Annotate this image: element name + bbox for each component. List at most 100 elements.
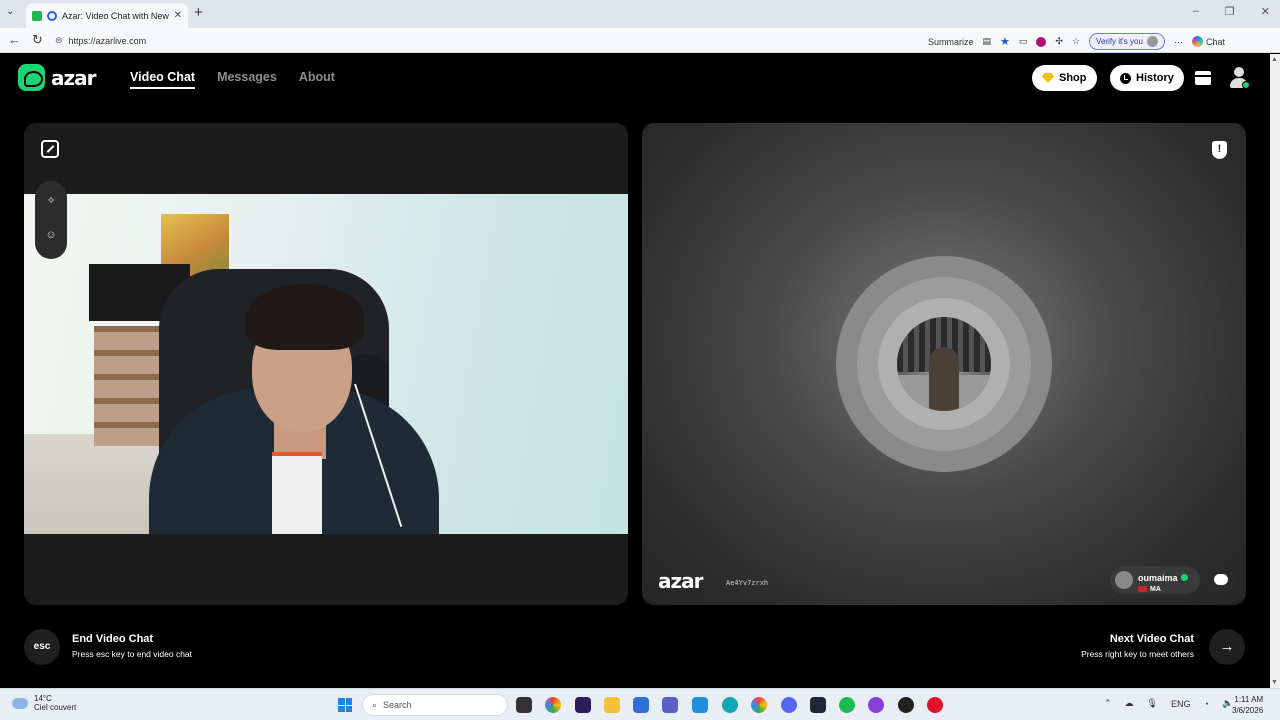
store-icon[interactable] [633,697,649,713]
main-nav: Video Chat Messages About [130,70,335,89]
premiere-icon[interactable] [575,697,591,713]
local-video-panel: ✧ ☺ [24,123,628,605]
outlook-icon[interactable] [692,697,708,713]
site-info-icon[interactable]: ⊜ [55,35,63,46]
more-menu-icon[interactable]: ··· [1174,37,1183,47]
taskbar-clock[interactable]: 1:11 AM 3/6/2026 [1232,694,1263,716]
copilot-label: Chat [1205,36,1225,47]
online-status-dot [1242,81,1250,89]
page-scrollbar[interactable]: ▲ ▼ [1270,54,1280,688]
nav-video-chat[interactable]: Video Chat [130,70,196,89]
verify-profile-button[interactable]: Verify it's you [1089,33,1165,50]
face-filter-icon[interactable]: ☺ [45,229,57,241]
extensions-puzzle-icon[interactable]: ✣ [1055,36,1063,47]
shop-button[interactable]: Shop [1032,65,1097,91]
remote-user-chip[interactable]: oumaima MA [1110,566,1200,594]
task-view-icon[interactable] [516,697,532,713]
capcut-icon[interactable] [898,697,914,713]
browser-tab-bar: ⌄ Azar: Video Chat with New Pe ✕ + – ❐ ✕ [0,0,1280,28]
favorites-icon[interactable]: ☆ [1072,36,1080,47]
chrome-icon[interactable] [545,697,561,713]
temperature: 14°C [34,694,52,703]
browser-toolbar: Summarize ▤ ★ ▭ ✣ ☆ Verify it's you ··· … [928,33,1225,50]
onedrive-icon[interactable]: ☁ [1125,698,1134,709]
scroll-up-icon[interactable]: ▲ [1271,56,1278,63]
address-bar-row: ← ↻ ⊜ https://azarlive.com Summarize ▤ ★… [0,28,1280,53]
country-flag-icon [1138,586,1147,592]
magic-wand-icon[interactable]: ✧ [45,195,57,207]
new-tab-icon[interactable]: + [194,5,203,20]
history-label: History [1136,72,1174,84]
copilot-icon [1191,36,1203,47]
url-text: https://azarlive.com [68,35,147,46]
steam-icon[interactable] [810,697,826,713]
history-clock-icon [1120,72,1131,84]
remote-user-name-row: oumaima [1138,573,1188,583]
azar-app: azar Video Chat Messages About Shop Hist… [0,54,1280,688]
inbox-box-icon[interactable] [1195,71,1211,85]
remote-user-info: oumaima MA [1138,568,1188,593]
history-button[interactable]: History [1110,65,1184,91]
expand-icon[interactable] [41,140,59,158]
browser-tab[interactable]: Azar: Video Chat with New Pe ✕ [26,3,188,28]
nav-messages[interactable]: Messages [217,70,277,89]
copilot-chat-button[interactable]: Chat [1191,36,1225,47]
reader-view-icon[interactable]: ▤ [983,36,992,47]
esc-key-button[interactable]: esc [24,629,60,665]
report-shield-icon[interactable]: ! [1212,141,1227,159]
weather-condition: Ciel couvert [34,703,77,712]
azar-logo[interactable]: azar [18,64,96,91]
minimize-icon[interactable]: – [1193,5,1199,18]
file-explorer-icon[interactable] [604,697,620,713]
taskbar-search[interactable]: ⌕ Search [362,694,508,716]
verified-badge-icon [1180,573,1188,581]
extension-icon[interactable] [1036,36,1047,47]
next-chat-title[interactable]: Next Video Chat [1081,633,1194,645]
windows-taskbar: 14°C Ciel couvert ⌕ Search ⌃ ☁ 🎙 ENG ◔ 🔈… [0,688,1280,720]
next-chat-hint: Press right key to meet others [1081,649,1194,659]
azar-logo-icon [18,64,45,91]
tray-overflow-chevron-icon[interactable]: ⌃ [1104,698,1112,709]
message-bubble-icon[interactable] [1207,566,1235,594]
scroll-down-icon[interactable]: ▼ [1271,679,1278,686]
end-chat-title[interactable]: End Video Chat [72,633,192,645]
profile-button[interactable] [1229,67,1250,89]
tab-list-chevron-icon[interactable]: ⌄ [6,6,14,17]
opera-icon[interactable] [927,697,943,713]
restore-icon[interactable]: ❐ [1225,5,1235,18]
clock-time: 1:11 AM [1234,695,1264,704]
search-placeholder: Search [383,700,412,710]
profile-avatar-icon [1146,36,1158,47]
obs-icon[interactable] [868,697,884,713]
system-tray: ⌃ ☁ 🎙 ENG ◔ 🔈 [1104,698,1233,709]
favorite-star-icon[interactable]: ★ [1000,35,1010,48]
spotify-icon[interactable] [839,697,855,713]
cloud-icon [12,697,28,709]
close-window-icon[interactable]: ✕ [1261,5,1270,18]
edge-icon[interactable] [722,697,738,713]
start-windows-icon[interactable] [338,698,352,712]
wifi-icon[interactable]: ◔ [1204,699,1209,709]
next-arrow-button[interactable]: → [1209,629,1245,665]
country-code: MA [1150,585,1161,593]
language-indicator[interactable]: ENG [1171,699,1191,709]
remote-video-panel: ! azar Ae4Yv7zrxh oumaima MA [642,123,1246,605]
back-icon[interactable]: ← [8,32,21,47]
discord-icon[interactable] [781,697,797,713]
remote-user-avatar [897,317,991,411]
chrome-profile-icon[interactable] [751,697,767,713]
microphone-icon[interactable]: 🎙 [1147,698,1158,709]
end-video-chat: End Video Chat Press esc key to end vide… [72,633,192,659]
close-tab-icon[interactable]: ✕ [174,10,182,21]
weather-text: 14°C Ciel couvert [34,694,76,712]
end-chat-hint: Press esc key to end video chat [72,649,193,659]
split-screen-icon[interactable]: ▭ [1019,36,1028,47]
tab-title: Azar: Video Chat with New Pe [62,10,169,21]
weather-widget[interactable]: 14°C Ciel couvert [12,694,76,712]
remote-user-country: MA [1138,586,1188,593]
verify-label: Verify it's you [1096,37,1143,46]
summarize-button[interactable]: Summarize [928,37,974,47]
nav-about[interactable]: About [299,70,335,89]
reload-icon[interactable]: ↻ [32,32,43,48]
teams-icon[interactable] [662,697,678,713]
